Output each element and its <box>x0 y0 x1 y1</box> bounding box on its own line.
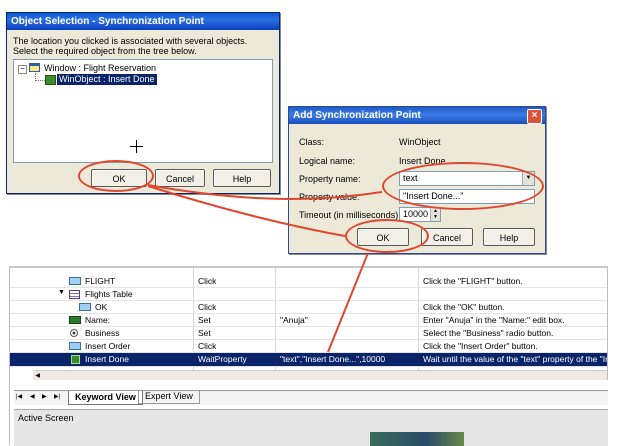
annotation-ring-property-fields <box>382 162 544 210</box>
item-cell: Business <box>85 328 120 338</box>
value-cell: "Anuja" <box>280 315 308 325</box>
tree-connector <box>35 73 45 81</box>
object-selection-description-1: The location you clicked is associated w… <box>13 36 248 46</box>
tab-bar: |◀ ◀ ▶ ▶| Keyword View Expert View <box>14 390 608 405</box>
tree-item-window[interactable]: Window : Flight Reservation <box>44 63 156 73</box>
button-icon <box>69 277 81 285</box>
table-row[interactable]: FLIGHT Click Click the "FLIGHT" button. <box>9 275 607 288</box>
item-cell: Insert Order <box>85 341 131 351</box>
item-cell: OK <box>95 302 108 312</box>
operation-cell: Set <box>198 315 211 325</box>
tab-prev-icon[interactable]: ◀ <box>30 393 35 400</box>
window-icon <box>29 63 40 72</box>
sync-dialog-title: Add Synchronization Point <box>289 107 545 124</box>
active-screen-pane: Active Screen <box>14 409 608 446</box>
active-screen-label: Active Screen <box>18 413 74 423</box>
window-border-left <box>9 268 10 445</box>
tab-keyword-view-label: Keyword View <box>75 392 136 402</box>
tab-first-icon[interactable]: |◀ <box>16 393 22 400</box>
scroll-left-icon[interactable]: ◀ <box>33 371 42 380</box>
table-icon <box>69 290 80 299</box>
operation-cell: Set <box>198 328 211 338</box>
winobject-icon <box>45 75 56 85</box>
object-selection-description-2: Select the required object from the tree… <box>13 46 197 56</box>
grid-right-edge <box>607 266 608 380</box>
tree-item-winobject[interactable]: WinObject : Insert Done <box>57 74 157 85</box>
item-cell: Flights Table <box>85 289 133 299</box>
close-icon[interactable]: × <box>527 109 542 124</box>
item-cell: Name: <box>85 315 111 325</box>
item-cell: Insert Done <box>85 354 129 364</box>
expand-arrow-icon[interactable]: ▼ <box>58 289 65 296</box>
table-row[interactable]: ▼ Flights Table <box>9 288 607 301</box>
tab-last-icon[interactable]: ▶| <box>54 393 60 400</box>
documentation-cell: Click the "OK" button. <box>423 302 505 312</box>
timeout-value: 10000 <box>403 209 429 219</box>
annotation-ring-object-ok <box>78 160 154 192</box>
value-cell: "text","Insert Done...",10000 <box>280 354 386 364</box>
table-row-selected[interactable]: Insert Done WaitProperty "text","Insert … <box>9 353 607 367</box>
annotation-ring-sync-ok <box>345 219 429 253</box>
table-row[interactable]: Insert Order Click Click the "Insert Ord… <box>9 340 607 353</box>
object-selection-help-button[interactable]: Help <box>213 169 271 187</box>
button-icon <box>79 303 91 311</box>
documentation-cell: Click the "FLIGHT" button. <box>423 276 523 286</box>
tab-next-icon[interactable]: ▶ <box>42 393 47 400</box>
table-row[interactable]: Name: Set "Anuja" Enter "Anuja" in the "… <box>9 314 607 327</box>
crosshair-cursor-icon <box>130 140 143 153</box>
object-tree[interactable]: − Window : Flight Reservation WinObject … <box>13 59 273 163</box>
object-selection-title: Object Selection - Synchronization Point <box>7 13 279 30</box>
item-cell: FLIGHT <box>85 276 116 286</box>
property-name-label: Property name: <box>299 174 361 184</box>
edit-icon <box>69 316 81 324</box>
horizontal-scrollbar[interactable]: ◀ <box>33 370 607 380</box>
operation-cell: Click <box>198 302 217 312</box>
property-value-label: Property value: <box>299 192 360 202</box>
table-row[interactable]: Business Set Select the "Business" radio… <box>9 327 607 340</box>
tree-item-winobject-label: WinObject : Insert Done <box>59 74 155 84</box>
documentation-cell: Enter "Anuja" in the "Name:" edit box. <box>423 315 565 325</box>
operation-cell: Click <box>198 341 217 351</box>
operation-cell: Click <box>198 276 217 286</box>
documentation-cell: Select the "Business" radio button. <box>423 328 554 338</box>
radio-icon <box>70 329 78 337</box>
sync-help-button[interactable]: Help <box>483 228 535 246</box>
winobject-icon <box>71 355 80 364</box>
tab-expert-view-label: Expert View <box>145 391 193 401</box>
spin-arrows-icon[interactable]: ▲ ▼ <box>430 208 440 221</box>
operation-cell: WaitProperty <box>198 354 247 364</box>
documentation-cell: Wait until the value of the "text" prope… <box>423 354 607 364</box>
documentation-cell: Click the "Insert Order" button. <box>423 341 538 351</box>
keyword-view-grid[interactable]: FLIGHT Click Click the "FLIGHT" button. … <box>9 268 607 380</box>
button-icon <box>69 342 81 350</box>
active-screen-preview <box>370 432 464 446</box>
class-label: Class: <box>299 137 325 147</box>
tab-keyword-view[interactable]: Keyword View <box>68 391 143 405</box>
class-value: WinObject <box>399 137 441 147</box>
table-row[interactable]: OK Click Click the "OK" button. <box>9 301 607 314</box>
object-selection-cancel-button[interactable]: Cancel <box>155 169 205 187</box>
logical-name-label: Logical name: <box>299 156 356 166</box>
tree-collapse-toggle[interactable]: − <box>18 65 27 74</box>
tab-expert-view[interactable]: Expert View <box>138 391 200 404</box>
